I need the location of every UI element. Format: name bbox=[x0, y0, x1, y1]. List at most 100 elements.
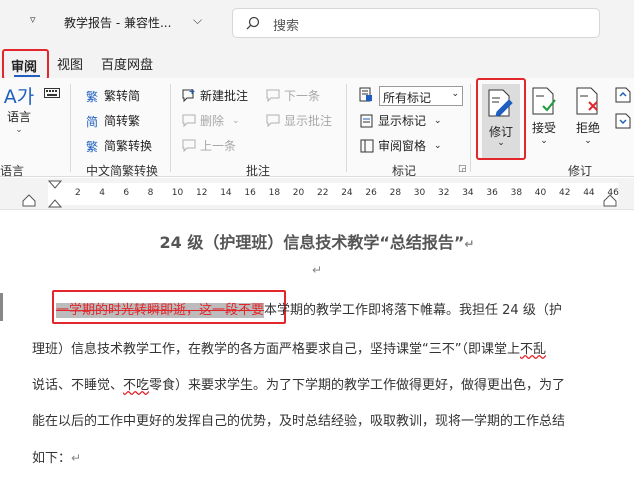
simplified-to-traditional-button[interactable]: 简 简转繁 bbox=[86, 112, 140, 129]
show-comments-button[interactable]: 显示批注 bbox=[266, 112, 332, 129]
divider bbox=[470, 84, 471, 172]
ruler-tick-label: 44 bbox=[583, 188, 595, 198]
comments-group-label: 批注 bbox=[246, 164, 271, 178]
show-comments-label: 显示批注 bbox=[284, 114, 333, 128]
body-line-3[interactable]: 说话、不睡觉、不吃零食）来要求学生。为了下学期的教学工作做得更好，做得更出色，为… bbox=[32, 374, 612, 393]
traditional-to-simplified-label: 繁转简 bbox=[104, 89, 141, 103]
markup-select-value: 所有标记 bbox=[383, 91, 432, 105]
review-pane-icon bbox=[360, 139, 374, 153]
change-bar bbox=[0, 293, 3, 321]
traditional-to-simplified-button[interactable]: 繁 繁转简 bbox=[86, 87, 140, 104]
ruler-tick-label: 42 bbox=[559, 188, 571, 198]
title-bar: ▿ 教学报告 - 兼容性... ⌵ 搜索 bbox=[0, 0, 634, 46]
reject-button[interactable]: 拒绝 ⌄ bbox=[571, 86, 605, 146]
new-comment-button[interactable]: 新建批注 bbox=[182, 87, 248, 104]
ruler-tick-label: 32 bbox=[438, 188, 450, 198]
body-line-1[interactable]: 一学期的时光转瞬即逝，这一段不要本学期的教学工作即将落下帷幕。我担任 24 级（… bbox=[56, 299, 634, 318]
paragraph-mark: ↵ bbox=[464, 237, 475, 251]
convert-icon: 繁 bbox=[86, 139, 100, 154]
ruler-tick-label: 14 bbox=[220, 188, 232, 198]
track-changes-icon bbox=[488, 89, 513, 117]
new-comment-icon bbox=[182, 88, 196, 103]
chevron-down-icon[interactable]: ⌵ bbox=[193, 13, 202, 28]
svg-text:简: 简 bbox=[86, 115, 98, 128]
chevron-down-icon: ⌄ bbox=[434, 115, 442, 126]
empty-paragraph[interactable]: ↵ bbox=[0, 263, 634, 278]
body-line-4[interactable]: 能在以后的工作中更好的发挥自己的优势，及时总结经验，吸取教训，现将一学期的工作总… bbox=[32, 410, 612, 429]
language-icon: A가 bbox=[3, 86, 35, 108]
chevron-down-icon: ⌄ bbox=[584, 136, 592, 146]
spelling-flag: 不乱 bbox=[519, 342, 546, 357]
line-1-text: 本学期的教学工作即将落下帷幕。我担任 24 级（护 bbox=[264, 303, 562, 318]
tab-review-label: 审阅 bbox=[11, 60, 38, 75]
chinese-conversion-button[interactable]: 繁 简繁转换 bbox=[86, 137, 152, 154]
previous-comment-button[interactable]: 上一条 bbox=[182, 137, 236, 154]
ruler-tick-label: 2 bbox=[75, 188, 81, 198]
document-title[interactable]: 教学报告 - 兼容性... bbox=[64, 14, 171, 31]
dialog-launcher-icon[interactable]: ◲ bbox=[458, 164, 467, 174]
document-page[interactable]: 24 级（护理班）信息技术教学“总结报告”↵ ↵ 一学期的时光转瞬即逝，这一段不… bbox=[0, 211, 634, 477]
ruler-tick-label: 20 bbox=[292, 188, 305, 198]
show-markup-icon bbox=[360, 114, 374, 128]
svg-text:繁: 繁 bbox=[86, 139, 98, 153]
deleted-text[interactable]: 一学期的时光转瞬即逝，这一段不要 bbox=[56, 303, 265, 318]
chevron-down-icon: ⌄ bbox=[232, 115, 240, 126]
show-markup-button[interactable]: 显示标记 ⌄ bbox=[360, 112, 442, 129]
line-3a-text: 说话、不睡觉、 bbox=[32, 378, 124, 393]
language-label: 语言 bbox=[6, 110, 31, 124]
reject-label: 拒绝 bbox=[575, 121, 600, 135]
previous-comment-label: 上一条 bbox=[200, 139, 237, 153]
ruler-tick-label: 38 bbox=[510, 188, 523, 198]
keyboard-icon[interactable] bbox=[44, 88, 60, 98]
tab-view[interactable]: 视图 bbox=[57, 54, 83, 73]
accept-label: 接受 bbox=[531, 121, 556, 135]
reject-icon bbox=[576, 87, 598, 115]
delete-comment-button[interactable]: 删除 ⌄ bbox=[182, 112, 240, 129]
document-heading[interactable]: 24 级（护理班）信息技术教学“总结报告”↵ bbox=[0, 229, 634, 253]
divider bbox=[70, 84, 71, 172]
tab-baidu-netdisk[interactable]: 百度网盘 bbox=[101, 54, 153, 73]
next-change-icon[interactable] bbox=[614, 112, 632, 130]
next-comment-label: 下一条 bbox=[284, 89, 321, 103]
previous-comment-icon bbox=[182, 139, 196, 153]
body-line-2[interactable]: 理班）信息技术教学工作，在教学的各方面严格要求自己，坚持课堂“三不”（即课堂上不… bbox=[32, 338, 612, 357]
line-2-text: 理班）信息技术教学工作，在教学的各方面严格要求自己，坚持课堂“三不”（即课堂上 bbox=[32, 342, 520, 357]
chevron-down-icon: ⌄ bbox=[497, 138, 505, 148]
ruler-tick-label: 10 bbox=[171, 188, 184, 198]
simplified-to-traditional-label: 简转繁 bbox=[104, 114, 141, 128]
new-comment-label: 新建批注 bbox=[200, 89, 249, 103]
body-line-5[interactable]: 如下：↵ bbox=[32, 447, 612, 466]
search-box[interactable]: 搜索 bbox=[232, 8, 600, 38]
language-button[interactable]: A가 语言 ⌄ bbox=[2, 86, 36, 135]
divider bbox=[346, 84, 347, 172]
accept-button[interactable]: 接受 ⌄ bbox=[527, 86, 561, 146]
ruler-track bbox=[48, 183, 618, 205]
document-heading-text: 24 级（护理班）信息技术教学“总结报告” bbox=[159, 233, 465, 252]
indent-marker-icon[interactable] bbox=[48, 180, 62, 208]
track-changes-button[interactable]: 修订 ⌄ bbox=[476, 78, 526, 160]
left-indent-marker-icon[interactable] bbox=[22, 194, 36, 208]
search-icon bbox=[245, 15, 261, 34]
quick-access-dropdown[interactable]: ▿ bbox=[30, 13, 36, 26]
language-group-label: 语言 bbox=[0, 164, 25, 178]
ruler-tick-label: 12 bbox=[196, 188, 208, 198]
horizontal-ruler[interactable]: 2 4 6 8 10 12 14 16 18 20 22 24 26 28 30 32 34 36 38 40 42 44… bbox=[0, 178, 634, 210]
search-placeholder: 搜索 bbox=[273, 19, 300, 34]
svg-text:繁: 繁 bbox=[86, 89, 98, 103]
tab-review[interactable]: 审阅 bbox=[2, 49, 49, 80]
next-comment-icon bbox=[266, 89, 280, 103]
spelling-flag: 不吃 bbox=[123, 378, 150, 393]
accept-icon bbox=[532, 87, 556, 115]
delete-comment-icon bbox=[182, 114, 196, 128]
review-pane-button[interactable]: 审阅窗格 ⌄ bbox=[360, 137, 442, 154]
previous-change-icon[interactable] bbox=[614, 86, 632, 104]
next-comment-button[interactable]: 下一条 bbox=[266, 87, 320, 104]
chinese-conversion-group-label: 中文简繁转换 bbox=[86, 164, 159, 178]
ruler-tick-label: 16 bbox=[244, 188, 256, 198]
ribbon-tabs: 审阅 视图 百度网盘 bbox=[0, 46, 634, 80]
changes-group-label: 修订 bbox=[568, 164, 593, 178]
chevron-down-icon: ⌄ bbox=[451, 89, 459, 99]
line-4-text: 能在以后的工作中更好的发挥自己的优势，及时总结经验，吸取教训，现将一学期的工作总… bbox=[32, 414, 566, 429]
ruler-tick-label: 8 bbox=[147, 188, 154, 198]
markup-select[interactable]: 所有标记 ⌄ bbox=[379, 86, 463, 106]
